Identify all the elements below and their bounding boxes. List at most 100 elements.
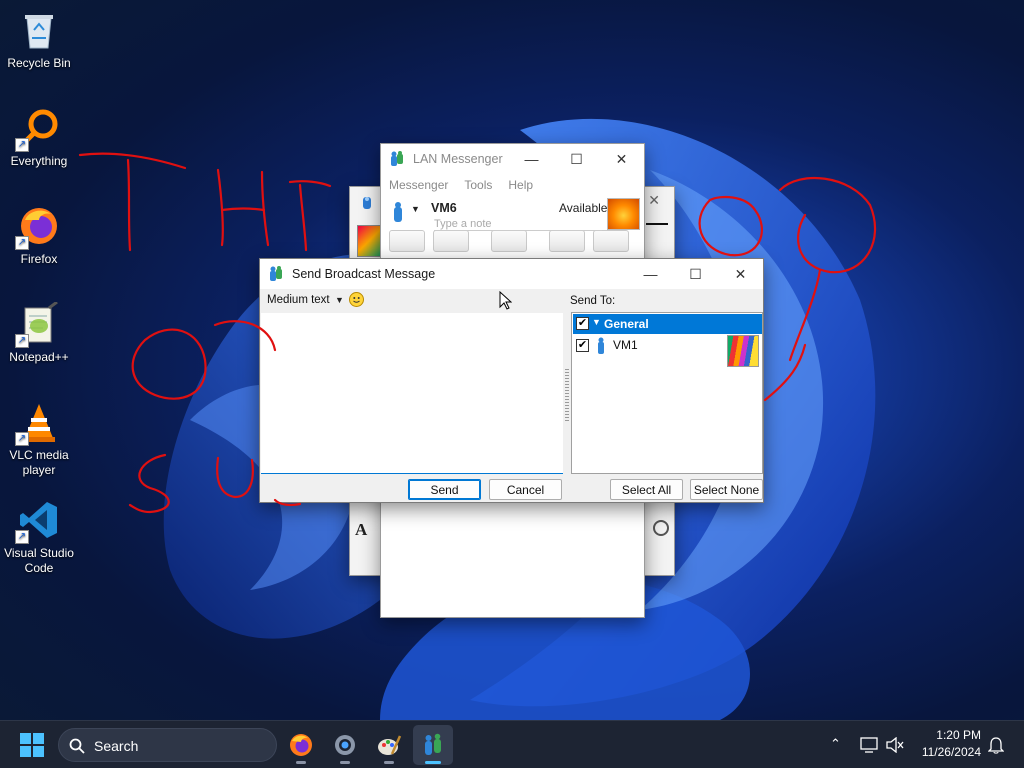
shortcut-arrow-icon: ↗ xyxy=(15,530,29,544)
vscode-icon: ↗ xyxy=(15,498,61,544)
desktop-icon-vlc[interactable]: ↗ VLC media player xyxy=(2,400,76,478)
title-bar: LAN Messenger — ☐ ✕ xyxy=(381,144,644,174)
divider-line xyxy=(646,223,668,225)
contact-status-icon xyxy=(596,337,606,358)
clock-date[interactable]: 11/26/2024 xyxy=(905,745,981,759)
active-indicator xyxy=(425,761,441,764)
start-button[interactable] xyxy=(12,727,52,763)
messenger-icon xyxy=(360,195,374,214)
windows-logo-icon xyxy=(20,733,44,757)
user-name: VM6 xyxy=(431,201,457,215)
menu-help[interactable]: Help xyxy=(508,178,533,192)
desktop-icon-label: Notepad++ xyxy=(9,350,69,364)
maximize-button[interactable]: ☐ xyxy=(673,259,718,289)
close-button[interactable]: ✕ xyxy=(599,144,644,174)
menu-messenger[interactable]: Messenger xyxy=(389,178,448,192)
settings-tool-button[interactable] xyxy=(593,230,629,252)
lan-messenger-icon xyxy=(268,266,284,282)
running-indicator xyxy=(384,761,394,764)
send-to-label: Send To: xyxy=(570,295,616,307)
recipient-list[interactable]: ✔ ▼ General ✔ VM1 xyxy=(571,312,763,474)
desktop-icon-everything[interactable]: ↗ Everything xyxy=(2,106,76,169)
font-size-dropdown[interactable]: Medium text xyxy=(267,294,330,306)
toolbar xyxy=(381,230,644,256)
taskbar-lan-messenger[interactable] xyxy=(413,725,453,765)
chevron-down-icon[interactable]: ▼ xyxy=(335,295,344,305)
chevron-up-icon[interactable]: ⌃ xyxy=(830,736,841,752)
mouse-cursor-icon xyxy=(499,291,512,310)
contact-name: VM1 xyxy=(613,338,638,352)
history-icon[interactable] xyxy=(653,520,669,536)
desktop-icon-label: Recycle Bin xyxy=(7,56,71,70)
clock-time[interactable]: 1:20 PM xyxy=(915,728,981,742)
expand-arrow-icon[interactable]: ▼ xyxy=(592,317,601,327)
broadcast-tool-button[interactable] xyxy=(389,230,425,252)
status-dropdown-arrow-icon[interactable]: ▼ xyxy=(411,204,420,214)
maximize-button[interactable]: ☐ xyxy=(554,144,599,174)
firefox-icon: ↗ xyxy=(15,204,61,250)
running-indicator xyxy=(296,761,306,764)
vlc-icon: ↗ xyxy=(15,400,61,446)
settings-gear-icon xyxy=(335,735,355,755)
desktop-icon-notepad-plus-plus[interactable]: ↗ Notepad++ xyxy=(2,300,76,365)
send-button[interactable]: Send xyxy=(408,479,481,500)
network-icon[interactable] xyxy=(860,737,878,753)
contact-avatar xyxy=(357,225,381,257)
contact-checkbox[interactable]: ✔ xyxy=(576,339,589,352)
splitter-handle[interactable] xyxy=(565,369,569,421)
select-all-button[interactable]: Select All xyxy=(610,479,683,500)
smiley-icon[interactable] xyxy=(349,292,364,307)
volume-muted-icon[interactable] xyxy=(886,737,904,753)
lan-messenger-icon xyxy=(389,151,405,167)
paint-palette-icon xyxy=(378,735,402,755)
contact-row-vm1[interactable]: ✔ VM1 xyxy=(573,335,762,369)
title-bar: Send Broadcast Message — ☐ ✕ xyxy=(260,259,763,289)
close-button[interactable]: ✕ xyxy=(718,259,763,289)
desktop-icon-label: Firefox xyxy=(20,252,58,266)
firefox-icon xyxy=(290,734,312,756)
taskbar: Search ⌃ 1:20 PM 11/26/2024 xyxy=(0,720,1024,768)
cancel-button[interactable]: Cancel xyxy=(489,479,562,500)
minimize-button[interactable]: — xyxy=(628,259,673,289)
running-indicator xyxy=(340,761,350,764)
search-label: Search xyxy=(94,738,139,754)
user-avatar[interactable] xyxy=(607,198,640,230)
taskbar-paint[interactable] xyxy=(369,725,409,765)
shortcut-arrow-icon: ↗ xyxy=(15,236,29,250)
shortcut-arrow-icon: ↗ xyxy=(15,432,29,446)
close-icon[interactable]: ✕ xyxy=(648,192,660,209)
minimize-button[interactable]: — xyxy=(509,144,554,174)
search-icon xyxy=(69,738,85,754)
menu-bar: Messenger Tools Help xyxy=(381,174,644,196)
window-title: LAN Messenger xyxy=(413,152,503,166)
transfer-tool-button[interactable] xyxy=(433,230,469,252)
note-input[interactable]: Type a note xyxy=(434,218,602,231)
group-checkbox[interactable]: ✔ xyxy=(576,317,589,330)
desktop-icon-firefox[interactable]: ↗ Firefox xyxy=(2,204,76,267)
group-name: General xyxy=(604,317,649,331)
profile-row: ▼ VM6 Available Type a note xyxy=(381,196,644,231)
taskbar-firefox[interactable] xyxy=(281,725,321,765)
notepad-plus-plus-icon: ↗ xyxy=(15,300,61,348)
menu-tools[interactable]: Tools xyxy=(464,178,492,192)
status-text[interactable]: Available xyxy=(559,201,607,215)
add-contact-tool-button[interactable] xyxy=(549,230,585,252)
select-none-button[interactable]: Select None xyxy=(690,479,763,500)
desktop-icon-label: Visual Studio Code xyxy=(4,546,74,575)
taskbar-search[interactable]: Search xyxy=(58,728,277,762)
taskbar-settings[interactable] xyxy=(325,725,365,765)
shortcut-arrow-icon: ↗ xyxy=(15,334,29,348)
desktop-icon-recycle-bin[interactable]: Recycle Bin xyxy=(2,8,76,71)
desktop-icon-vscode[interactable]: ↗ Visual Studio Code xyxy=(2,498,76,576)
dialog-title: Send Broadcast Message xyxy=(292,267,436,281)
lan-messenger-icon xyxy=(425,733,441,755)
font-icon[interactable]: A xyxy=(355,520,367,540)
recycle-bin-icon xyxy=(17,8,61,52)
notification-bell-icon[interactable] xyxy=(988,736,1004,754)
desktop-icon-label: Everything xyxy=(10,154,68,168)
group-row-general[interactable]: ✔ ▼ General xyxy=(573,314,762,334)
desktop-icon-label: VLC media player xyxy=(9,448,69,477)
user-status-icon[interactable] xyxy=(391,201,405,226)
message-input[interactable] xyxy=(261,313,563,474)
rss-tool-button[interactable] xyxy=(491,230,527,252)
